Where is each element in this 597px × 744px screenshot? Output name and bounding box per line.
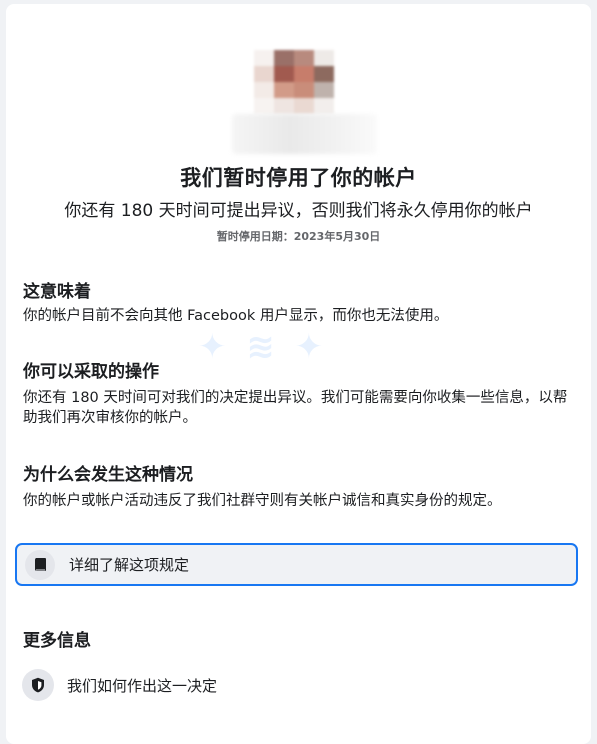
profile-area [232,50,377,160]
learn-rule-button[interactable]: 详细了解这项规定 [15,543,578,586]
section-why-body: 你的帐户或帐户活动违反了我们社群守则有关帐户诚信和真实身份的规定。 [23,493,502,509]
how-decided-label: 我们如何作出这一决定 [67,676,218,695]
page-title: 我们暂时停用了你的帐户 [180,166,417,190]
section-meaning-heading: 这意味着 [23,282,91,302]
book-icon [25,549,55,580]
disabled-date: 暂时停用日期：2023年5月30日 [216,230,381,243]
section-meaning-body: 你的帐户目前不会向其他 Facebook 用户显示，而你也无法使用。 [23,308,449,324]
section-actions-heading: 你可以采取的操作 [23,362,159,382]
page-subtitle: 你还有 180 天时间可提出异议，否则我们将永久停用你的帐户 [64,201,533,221]
how-decided-link[interactable]: 我们如何作出这一决定 [22,668,578,702]
section-why-heading: 为什么会发生这种情况 [23,465,193,485]
section-more-heading: 更多信息 [23,631,91,651]
shield-icon [22,669,54,701]
profile-name-blurred [232,114,377,154]
section-actions-body: 你还有 180 天时间可对我们的决定提出异议。我们可能需要向你收集一些信息，以帮… [23,390,568,426]
avatar [254,50,334,114]
learn-rule-label: 详细了解这项规定 [69,556,190,574]
